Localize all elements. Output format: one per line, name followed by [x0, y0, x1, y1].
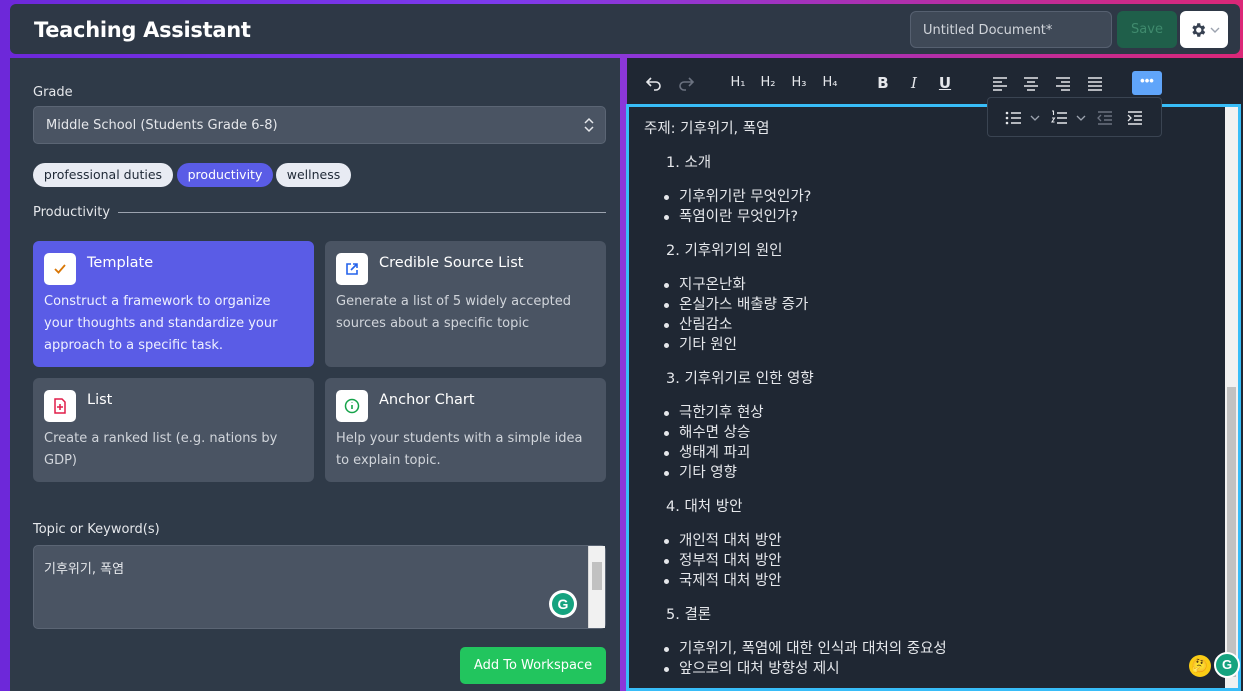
- list-item: 기타 영향: [664, 463, 1218, 483]
- list-item: 극한기후 현상: [664, 403, 1218, 423]
- chevron-down-icon[interactable]: [1030, 113, 1040, 123]
- list-item: 국제적 대처 방안: [664, 571, 1218, 591]
- section-divider: Productivity: [33, 203, 606, 221]
- section-heading: 1. 소개: [666, 155, 712, 171]
- align-right-icon[interactable]: [1054, 72, 1072, 94]
- save-button[interactable]: Save: [1117, 11, 1177, 48]
- undo-icon[interactable]: [645, 72, 663, 94]
- topic-label: Topic or Keyword(s): [33, 522, 160, 537]
- list-format-popup: [987, 97, 1162, 137]
- more-options-button[interactable]: •••: [1132, 71, 1162, 95]
- add-to-workspace-button[interactable]: Add To Workspace: [460, 647, 606, 684]
- bold-button[interactable]: B: [874, 72, 892, 94]
- section-heading: 3. 기후위기로 인한 영향: [666, 371, 814, 387]
- card-description: Construct a framework to organize your t…: [44, 294, 278, 353]
- card-title: List: [87, 392, 113, 408]
- card-credible-source-list[interactable]: Credible Source List Generate a list of …: [325, 241, 606, 367]
- list-item: 산림감소: [664, 315, 1218, 335]
- heading-4-button[interactable]: H₄: [819, 72, 841, 94]
- chevron-down-icon: [1210, 27, 1219, 33]
- document-title-input[interactable]: Untitled Document*: [910, 11, 1112, 48]
- check-icon: [44, 253, 76, 285]
- chip-productivity[interactable]: productivity: [177, 163, 273, 187]
- indent-icon[interactable]: [1126, 109, 1144, 127]
- bullet-list: 극한기후 현상 해수면 상승 생태계 파괴 기타 영향: [664, 403, 1218, 483]
- heading-2-button[interactable]: H₂: [757, 72, 779, 94]
- chip-professional-duties[interactable]: professional duties: [33, 163, 173, 187]
- gear-icon: [1191, 22, 1205, 37]
- card-description: Help your students with a simple idea to…: [336, 431, 583, 468]
- bullet-list: 개인적 대처 방안 정부적 대처 방안 국제적 대처 방안: [664, 531, 1218, 591]
- settings-dropdown-button[interactable]: [1180, 11, 1228, 48]
- heading-1-button[interactable]: H₁: [727, 72, 749, 94]
- chip-wellness[interactable]: wellness: [276, 163, 351, 187]
- grammarly-icon[interactable]: G: [549, 590, 577, 618]
- topic-scrollbar[interactable]: [588, 546, 605, 628]
- section-title: Productivity: [33, 204, 111, 220]
- file-plus-icon: [44, 390, 76, 422]
- grade-label: Grade: [33, 85, 73, 100]
- editor-scrollbar[interactable]: [1225, 107, 1238, 688]
- list-item: 폭염이란 무엇인가?: [664, 207, 1218, 227]
- card-description: Create a ranked list (e.g. nations by GD…: [44, 431, 278, 468]
- app: Teaching Assistant Untitled Document* Sa…: [0, 0, 1243, 691]
- chevron-down-icon[interactable]: [1076, 113, 1086, 123]
- external-link-icon: [336, 253, 368, 285]
- align-justify-icon[interactable]: [1086, 72, 1104, 94]
- list-item: 기타 원인: [664, 335, 1218, 355]
- card-title: Template: [87, 255, 154, 271]
- divider-line: [118, 211, 606, 213]
- card-title: Anchor Chart: [379, 392, 475, 408]
- list-item: 정부적 대처 방안: [664, 551, 1218, 571]
- bullet-list: 기후위기란 무엇인가? 폭염이란 무엇인가?: [664, 187, 1218, 227]
- bullet-list-icon[interactable]: [1004, 109, 1022, 127]
- heading-3-button[interactable]: H₃: [788, 72, 810, 94]
- bullet-list: 기후위기, 폭염에 대한 인식과 대처의 중요성 앞으로의 대처 방향성 제시: [664, 639, 1218, 679]
- card-anchor-chart[interactable]: Anchor Chart Help your students with a s…: [325, 378, 606, 482]
- scrollbar-thumb[interactable]: [1227, 387, 1236, 677]
- list-item: 온실가스 배출량 증가: [664, 295, 1218, 315]
- editor-content[interactable]: 주제: 기후위기, 폭염 1. 소개 기후위기란 무엇인가? 폭염이란 무엇인가…: [644, 119, 1218, 688]
- outdent-icon[interactable]: [1096, 109, 1114, 127]
- grade-select-value: Middle School (Students Grade 6-8): [46, 118, 278, 133]
- bullet-list: 지구온난화 온실가스 배출량 증가 산림감소 기타 원인: [664, 275, 1218, 355]
- list-item: 기후위기, 폭염에 대한 인식과 대처의 중요성: [664, 639, 1218, 659]
- card-template[interactable]: Template Construct a framework to organi…: [33, 241, 314, 367]
- info-icon: [336, 390, 368, 422]
- select-arrows-icon: [584, 117, 594, 133]
- underline-button[interactable]: U: [936, 72, 954, 94]
- document-editor[interactable]: 주제: 기후위기, 폭염 1. 소개 기후위기란 무엇인가? 폭염이란 무엇인가…: [626, 104, 1241, 691]
- list-item: 생태계 파괴: [664, 443, 1218, 463]
- list-item: 해수면 상승: [664, 423, 1218, 443]
- card-list[interactable]: List Create a ranked list (e.g. nations …: [33, 378, 314, 482]
- emoji-icon[interactable]: 🤔: [1189, 655, 1211, 677]
- list-item: 지구온난화: [664, 275, 1218, 295]
- list-item: 앞으로의 대처 방향성 제시: [664, 659, 1218, 679]
- list-item: 개인적 대처 방안: [664, 531, 1218, 551]
- align-left-icon[interactable]: [991, 72, 1009, 94]
- scrollbar-thumb[interactable]: [592, 562, 602, 590]
- top-bar: Teaching Assistant Untitled Document* Sa…: [10, 4, 1240, 54]
- redo-icon[interactable]: [677, 72, 695, 94]
- italic-button[interactable]: I: [905, 72, 923, 94]
- align-center-icon[interactable]: [1022, 72, 1040, 94]
- list-item: 기후위기란 무엇인가?: [664, 187, 1218, 207]
- left-accent-strip: [0, 58, 10, 258]
- numbered-list-icon[interactable]: [1050, 109, 1068, 127]
- topic-textarea[interactable]: 기후위기, 폭염 G: [33, 545, 606, 629]
- grade-select[interactable]: Middle School (Students Grade 6-8): [33, 106, 606, 144]
- app-title: Teaching Assistant: [34, 18, 251, 42]
- section-heading: 5. 결론: [666, 607, 712, 623]
- topic-value: 기후위기, 폭염: [44, 562, 125, 577]
- card-description: Generate a list of 5 widely accepted sou…: [336, 294, 572, 331]
- editor-toolbar: H₁ H₂ H₃ H₄ B I U •••: [627, 62, 1243, 102]
- grammarly-icon[interactable]: G: [1214, 652, 1240, 678]
- section-heading: 2. 기후위기의 원인: [666, 243, 783, 259]
- card-title: Credible Source List: [379, 255, 524, 271]
- section-heading: 4. 대처 방안: [666, 499, 743, 515]
